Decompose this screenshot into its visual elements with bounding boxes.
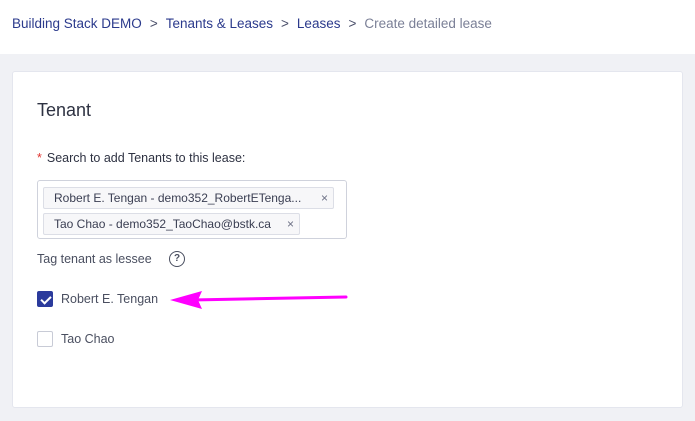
lessee-checkbox-label[interactable]: Tao Chao: [61, 331, 115, 347]
tenant-search-select[interactable]: Robert E. Tengan - demo352_RobertETenga.…: [37, 180, 347, 239]
tenant-card: Tenant * Search to add Tenants to this le…: [12, 71, 683, 408]
breadcrumb-leases[interactable]: Leases: [297, 16, 341, 31]
lessee-tag-label-text: Tag tenant as lessee: [37, 252, 152, 266]
label-suffix: :: [241, 151, 246, 165]
remove-chip-icon[interactable]: ×: [321, 188, 328, 208]
tenant-chip: Robert E. Tengan - demo352_RobertETenga.…: [43, 187, 334, 209]
breadcrumb-tenants-leases[interactable]: Tenants & Leases: [166, 16, 273, 31]
breadcrumb-building-stack-demo[interactable]: Building Stack DEMO: [12, 16, 142, 31]
remove-chip-icon[interactable]: ×: [287, 214, 294, 234]
breadcrumb-current: Create detailed lease: [364, 16, 492, 31]
lessee-checkbox-label[interactable]: Robert E. Tengan: [61, 291, 158, 307]
tenant-chip-label: Robert E. Tengan - demo352_RobertETenga.…: [54, 191, 302, 205]
section-title: Tenant: [37, 100, 92, 120]
search-tenants-label-text: Search to add Tenants to this lease: [46, 151, 242, 165]
lessee-tag-label: Tag tenant as lessee ?: [37, 251, 185, 267]
breadcrumb-separator: >: [281, 16, 289, 31]
annotation-arrow-head: [170, 291, 202, 309]
tenant-chip-label: Tao Chao - demo352_TaoChao@bstk.ca: [54, 217, 271, 231]
lessee-checkbox[interactable]: [37, 331, 53, 347]
annotation-arrow-shaft: [190, 295, 348, 302]
breadcrumb-separator: >: [149, 16, 158, 31]
breadcrumb: Building Stack DEMO > Tenants & Leases > Lea…: [12, 15, 492, 33]
required-marker: *: [37, 151, 42, 165]
help-icon[interactable]: ?: [169, 251, 185, 267]
search-tenants-label: * Search to add Tenants to this lease:: [37, 151, 245, 165]
breadcrumb-separator: >: [348, 16, 357, 31]
top-bar: Building Stack DEMO > Tenants & Leases > Lea…: [0, 0, 695, 54]
tenant-chip: Tao Chao - demo352_TaoChao@bstk.ca ×: [43, 213, 300, 235]
annotation-arrow-icon: [170, 291, 348, 309]
lessee-checkbox[interactable]: [37, 291, 53, 307]
